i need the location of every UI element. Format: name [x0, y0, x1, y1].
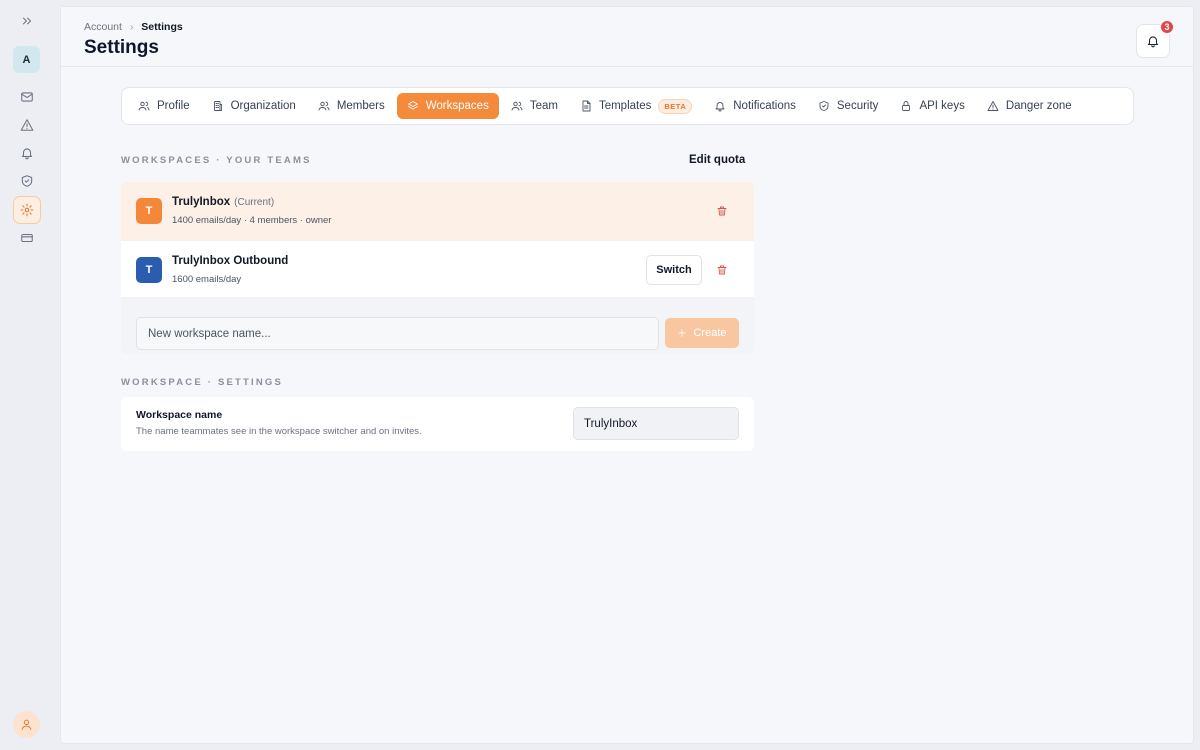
tab-label: Danger zone	[1005, 100, 1072, 112]
chevron-right-icon: ›	[129, 21, 134, 33]
create-workspace-button[interactable]: Create	[665, 318, 739, 348]
plus-icon	[678, 329, 687, 337]
bell-icon	[21, 148, 33, 160]
tab-label: Profile	[157, 100, 190, 112]
gear-icon	[20, 203, 34, 217]
alert-triangle-icon	[987, 101, 999, 111]
tab-label: API keys	[919, 100, 965, 112]
delete-workspace-button[interactable]	[714, 262, 730, 278]
tab-label: Notifications	[733, 100, 796, 112]
workspace-name-field[interactable]	[573, 407, 739, 440]
rail-item-alerts[interactable]	[13, 111, 41, 139]
tab-label: Templates	[598, 100, 652, 112]
shield-check-icon	[21, 175, 33, 187]
tab-templates[interactable]: Templates BETA	[570, 93, 702, 119]
tab-members[interactable]: Members	[308, 93, 395, 119]
users-icon	[318, 101, 330, 111]
breadcrumb-account[interactable]: Account	[84, 21, 122, 33]
rail-item-security[interactable]	[13, 167, 41, 195]
mail-icon	[21, 92, 33, 102]
workspaces-list: T TrulyInbox (Current) 1400 emails/day · …	[121, 182, 754, 354]
notifications-button[interactable]: 3	[1136, 19, 1175, 58]
users-icon	[511, 101, 523, 111]
workspace-name: TrulyInbox (Current)	[172, 196, 274, 208]
new-workspace-input[interactable]	[136, 317, 659, 350]
breadcrumb: Account › Settings	[84, 21, 183, 33]
main-panel: Account › Settings Settings 3 Profile Or…	[60, 6, 1194, 744]
settings-section-label: WORKSPACE · SETTINGS	[121, 377, 284, 388]
workspace-row-current: T TrulyInbox (Current) 1400 emails/day · …	[121, 182, 754, 240]
trash-icon	[717, 206, 727, 216]
tab-label: Workspaces	[425, 100, 489, 112]
tab-danger-zone[interactable]: Danger zone	[977, 93, 1082, 119]
current-tag: (Current)	[234, 197, 275, 208]
user-avatar[interactable]	[13, 711, 40, 738]
users-icon	[138, 101, 150, 111]
alert-triangle-icon	[20, 119, 34, 131]
tab-api-keys[interactable]: API keys	[890, 93, 974, 119]
chevrons-right-icon	[22, 17, 32, 25]
rail-item-settings[interactable]	[13, 196, 41, 224]
workspace-name: TrulyInbox Outbound	[172, 255, 289, 267]
layers-icon	[407, 101, 418, 110]
shield-check-icon	[819, 101, 829, 111]
tab-label: Members	[336, 100, 385, 112]
tab-workspaces[interactable]: Workspaces	[396, 93, 499, 119]
workspace-row: T TrulyInbox Outbound 1600 emails/day Sw…	[121, 240, 754, 298]
page-header: Account › Settings Settings 3	[61, 7, 1193, 67]
tab-profile[interactable]: Profile	[128, 93, 200, 119]
switch-workspace-button[interactable]: Switch	[646, 255, 702, 285]
credit-card-icon	[21, 233, 33, 243]
settings-tabs: Profile Organization Members Workspaces …	[121, 87, 1134, 125]
rail-item-billing[interactable]	[13, 224, 41, 252]
tab-label: Organization	[230, 100, 296, 112]
rail-item-notifications[interactable]	[13, 139, 41, 167]
tab-notifications[interactable]: Notifications	[704, 93, 806, 119]
rail-item-inbox[interactable]	[13, 83, 41, 111]
bell-icon	[1147, 36, 1159, 48]
workspace-avatar: T	[136, 198, 162, 224]
bell-icon	[715, 102, 725, 112]
workspace-settings-card: Workspace name The name teammates see in…	[121, 397, 754, 451]
workspace-avatar[interactable]: A	[13, 46, 40, 73]
workspace-avatar: T	[136, 257, 162, 283]
expand-sidebar-button[interactable]	[13, 7, 41, 35]
tab-label: Security	[836, 100, 879, 112]
workspace-name-text: TrulyInbox	[172, 196, 231, 208]
workspace-name-label: Workspace name	[136, 409, 223, 421]
lock-icon	[902, 101, 911, 111]
workspaces-section-label: WORKSPACES · YOUR TEAMS	[121, 155, 312, 166]
workspace-meta: 1600 emails/day	[172, 274, 242, 285]
tab-label: Team	[529, 100, 558, 112]
tab-team[interactable]: Team	[501, 93, 568, 119]
trash-icon	[717, 265, 727, 275]
workspace-name-help: The name teammates see in the workspace …	[136, 426, 422, 437]
file-text-icon	[582, 100, 591, 112]
tab-organization[interactable]: Organization	[202, 93, 306, 119]
left-rail: A	[0, 0, 54, 750]
page-title: Settings	[84, 37, 159, 58]
user-icon	[21, 719, 32, 730]
breadcrumb-settings: Settings	[141, 21, 183, 33]
create-label: Create	[693, 327, 727, 339]
beta-badge: BETA	[658, 98, 693, 114]
delete-workspace-button[interactable]	[714, 203, 730, 219]
edit-quota-button[interactable]: Edit quota	[689, 154, 745, 166]
building-icon	[213, 101, 222, 111]
workspace-meta: 1400 emails/day · 4 members · owner	[172, 215, 332, 226]
notification-count-badge: 3	[1159, 19, 1175, 35]
tab-security[interactable]: Security	[808, 93, 889, 119]
